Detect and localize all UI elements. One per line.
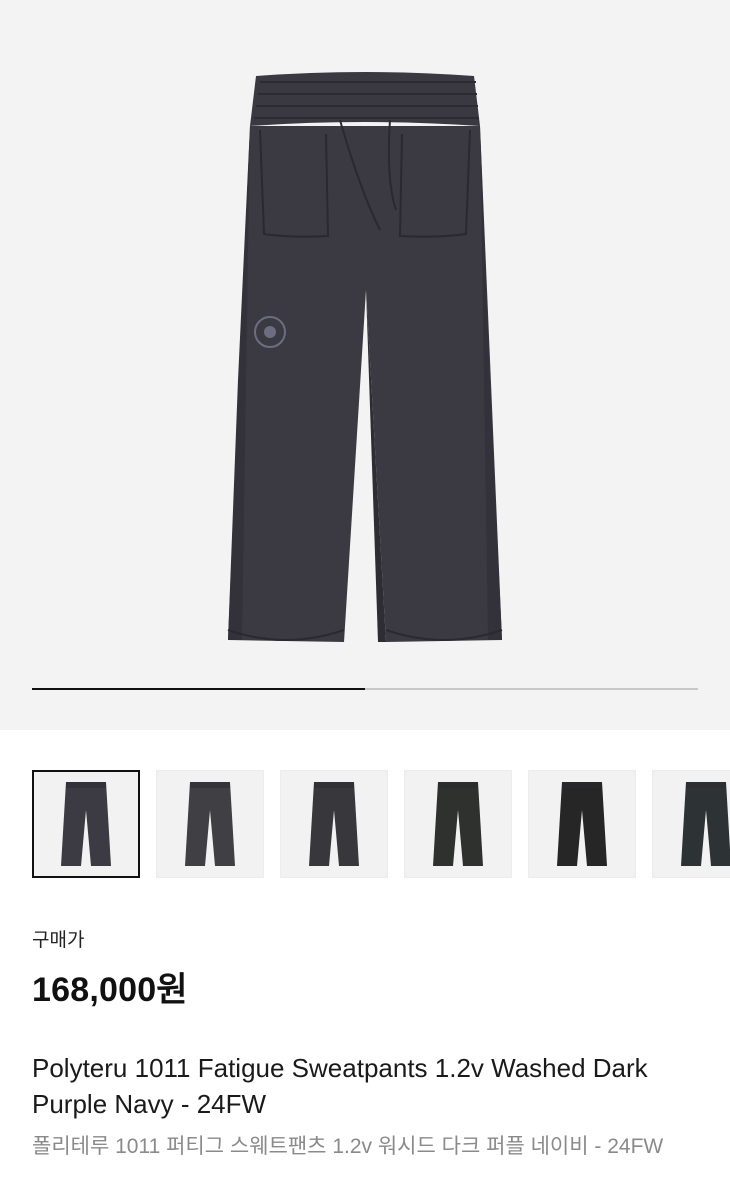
thumbnail-image [681,782,730,866]
product-title-ko: 폴리테루 1011 퍼티그 스웨트팬츠 1.2v 워시드 다크 퍼플 네이비 -… [32,1135,664,1158]
product-title-en: Polyteru 1011 Fatigue Sweatpants 1.2v Wa… [32,1053,648,1119]
thumbnail-strip[interactable] [32,770,730,878]
gallery-progress-bar [32,688,698,690]
thumbnail-1[interactable] [32,770,140,878]
thumbnail-2[interactable] [156,770,264,878]
product-image-carousel[interactable] [0,0,730,730]
thumbnail-3[interactable] [280,770,388,878]
product-price: 168,000원 [32,971,188,1009]
thumbnail-image [433,782,483,866]
thumbnail-image [61,782,111,866]
thumbnail-5[interactable] [528,770,636,878]
thumbnail-6[interactable] [652,770,730,878]
product-image [227,72,503,642]
gallery-progress-fill [32,688,365,690]
thumbnail-image [185,782,235,866]
thumbnail-image [309,782,359,866]
product-page: 구매가 168,000원 Polyteru 1011 Fatigue Sweat… [0,0,730,1200]
thumbnail-image [557,782,607,866]
price-label: 구매가 [32,930,85,951]
thumbnail-4[interactable] [404,770,512,878]
